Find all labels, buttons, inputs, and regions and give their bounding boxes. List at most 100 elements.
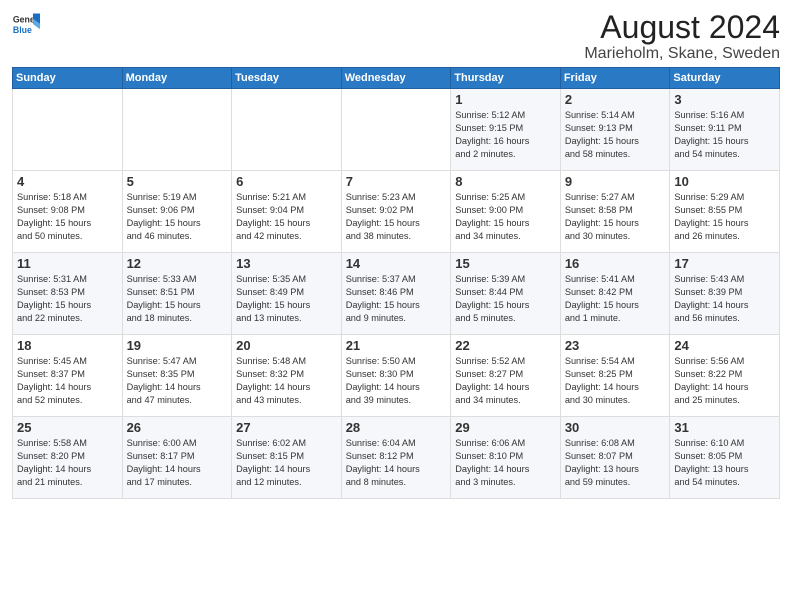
- weekday-header-thursday: Thursday: [451, 68, 561, 89]
- calendar-cell: 30Sunrise: 6:08 AM Sunset: 8:07 PM Dayli…: [560, 417, 670, 499]
- calendar-cell: 4 Sunrise: 5:18 AM Sunset: 9:08 PM Daylig…: [13, 171, 123, 253]
- day-number: 12: [127, 256, 228, 271]
- day-number: 21: [346, 338, 447, 353]
- calendar-cell: 21 Sunrise: 5:50 AM Sunset: 8:30 PM Dayli…: [341, 335, 451, 417]
- day-number: 5: [127, 174, 228, 189]
- calendar-cell: 26 Sunrise: 6:00 AM Sunset: 8:17 PM Dayli…: [122, 417, 232, 499]
- calendar-cell: 6Sunrise: 5:21 AM Sunset: 9:04 PM Daylig…: [232, 171, 342, 253]
- day-info: Sunrise: 5:43 AM Sunset: 8:39 PM Dayligh…: [674, 273, 775, 325]
- calendar-cell: 11 Sunrise: 5:31 AM Sunset: 8:53 PM Dayli…: [13, 253, 123, 335]
- day-info: Sunrise: 5:14 AM Sunset: 9:13 PM Dayligh…: [565, 109, 666, 161]
- day-info: Sunrise: 6:04 AM Sunset: 8:12 PM Dayligh…: [346, 437, 447, 489]
- day-number: 14: [346, 256, 447, 271]
- calendar-cell: 27 Sunrise: 6:02 AM Sunset: 8:15 PM Dayli…: [232, 417, 342, 499]
- day-info: Sunrise: 5:27 AM Sunset: 8:58 PM Dayligh…: [565, 191, 666, 243]
- calendar-cell: [341, 89, 451, 171]
- day-number: 25: [17, 420, 118, 435]
- week-row-4: 18 Sunrise: 5:45 AM Sunset: 8:37 PM Dayli…: [13, 335, 780, 417]
- day-number: 23: [565, 338, 666, 353]
- weekday-header-sunday: Sunday: [13, 68, 123, 89]
- day-number: 26: [127, 420, 228, 435]
- weekday-header-monday: Monday: [122, 68, 232, 89]
- calendar-cell: 2 Sunrise: 5:14 AM Sunset: 9:13 PM Daylig…: [560, 89, 670, 171]
- calendar-cell: 5Sunrise: 5:19 AM Sunset: 9:06 PM Daylig…: [122, 171, 232, 253]
- main-title: August 2024: [584, 10, 780, 45]
- calendar-cell: 25 Sunrise: 5:58 AM Sunset: 8:20 PM Dayli…: [13, 417, 123, 499]
- day-info: Sunrise: 6:10 AM Sunset: 8:05 PM Dayligh…: [674, 437, 775, 489]
- day-number: 19: [127, 338, 228, 353]
- calendar-cell: 12 Sunrise: 5:33 AM Sunset: 8:51 PM Dayli…: [122, 253, 232, 335]
- day-info: Sunrise: 5:35 AM Sunset: 8:49 PM Dayligh…: [236, 273, 337, 325]
- calendar-cell: 1Sunrise: 5:12 AM Sunset: 9:15 PM Daylig…: [451, 89, 561, 171]
- calendar-cell: [13, 89, 123, 171]
- day-number: 11: [17, 256, 118, 271]
- day-info: Sunrise: 5:31 AM Sunset: 8:53 PM Dayligh…: [17, 273, 118, 325]
- calendar-cell: 23 Sunrise: 5:54 AM Sunset: 8:25 PM Dayli…: [560, 335, 670, 417]
- day-info: Sunrise: 5:25 AM Sunset: 9:00 PM Dayligh…: [455, 191, 556, 243]
- calendar-cell: 15 Sunrise: 5:39 AM Sunset: 8:44 PM Dayli…: [451, 253, 561, 335]
- calendar-cell: 20Sunrise: 5:48 AM Sunset: 8:32 PM Dayli…: [232, 335, 342, 417]
- day-info: Sunrise: 6:00 AM Sunset: 8:17 PM Dayligh…: [127, 437, 228, 489]
- weekday-header-saturday: Saturday: [670, 68, 780, 89]
- title-block: August 2024 Marieholm, Skane, Sweden: [584, 10, 780, 63]
- logo: General Blue: [12, 10, 40, 38]
- calendar-cell: 10Sunrise: 5:29 AM Sunset: 8:55 PM Dayli…: [670, 171, 780, 253]
- calendar-cell: 17 Sunrise: 5:43 AM Sunset: 8:39 PM Dayli…: [670, 253, 780, 335]
- calendar-cell: 18 Sunrise: 5:45 AM Sunset: 8:37 PM Dayli…: [13, 335, 123, 417]
- header: General Blue August 2024 Marieholm, Skan…: [12, 10, 780, 63]
- calendar-cell: 29Sunrise: 6:06 AM Sunset: 8:10 PM Dayli…: [451, 417, 561, 499]
- day-number: 1: [455, 92, 556, 107]
- week-row-3: 11 Sunrise: 5:31 AM Sunset: 8:53 PM Dayli…: [13, 253, 780, 335]
- day-number: 24: [674, 338, 775, 353]
- day-number: 15: [455, 256, 556, 271]
- day-number: 22: [455, 338, 556, 353]
- day-info: Sunrise: 5:23 AM Sunset: 9:02 PM Dayligh…: [346, 191, 447, 243]
- logo-icon: General Blue: [12, 10, 40, 38]
- day-number: 17: [674, 256, 775, 271]
- week-row-2: 4 Sunrise: 5:18 AM Sunset: 9:08 PM Daylig…: [13, 171, 780, 253]
- day-info: Sunrise: 5:21 AM Sunset: 9:04 PM Dayligh…: [236, 191, 337, 243]
- day-info: Sunrise: 6:02 AM Sunset: 8:15 PM Dayligh…: [236, 437, 337, 489]
- calendar-cell: 14 Sunrise: 5:37 AM Sunset: 8:46 PM Dayli…: [341, 253, 451, 335]
- day-info: Sunrise: 5:45 AM Sunset: 8:37 PM Dayligh…: [17, 355, 118, 407]
- day-number: 29: [455, 420, 556, 435]
- day-number: 2: [565, 92, 666, 107]
- day-info: Sunrise: 5:52 AM Sunset: 8:27 PM Dayligh…: [455, 355, 556, 407]
- calendar-cell: 19Sunrise: 5:47 AM Sunset: 8:35 PM Dayli…: [122, 335, 232, 417]
- day-info: Sunrise: 5:56 AM Sunset: 8:22 PM Dayligh…: [674, 355, 775, 407]
- day-info: Sunrise: 5:58 AM Sunset: 8:20 PM Dayligh…: [17, 437, 118, 489]
- weekday-header-wednesday: Wednesday: [341, 68, 451, 89]
- calendar-cell: 13Sunrise: 5:35 AM Sunset: 8:49 PM Dayli…: [232, 253, 342, 335]
- weekday-header-row: SundayMondayTuesdayWednesdayThursdayFrid…: [13, 68, 780, 89]
- day-number: 20: [236, 338, 337, 353]
- week-row-5: 25 Sunrise: 5:58 AM Sunset: 8:20 PM Dayli…: [13, 417, 780, 499]
- day-number: 9: [565, 174, 666, 189]
- svg-text:Blue: Blue: [13, 25, 32, 35]
- day-info: Sunrise: 5:41 AM Sunset: 8:42 PM Dayligh…: [565, 273, 666, 325]
- day-number: 31: [674, 420, 775, 435]
- day-info: Sunrise: 5:18 AM Sunset: 9:08 PM Dayligh…: [17, 191, 118, 243]
- page-container: General Blue August 2024 Marieholm, Skan…: [0, 0, 792, 509]
- day-number: 7: [346, 174, 447, 189]
- calendar-cell: 31 Sunrise: 6:10 AM Sunset: 8:05 PM Dayli…: [670, 417, 780, 499]
- day-number: 16: [565, 256, 666, 271]
- day-info: Sunrise: 5:39 AM Sunset: 8:44 PM Dayligh…: [455, 273, 556, 325]
- calendar-body: 1Sunrise: 5:12 AM Sunset: 9:15 PM Daylig…: [13, 89, 780, 499]
- subtitle: Marieholm, Skane, Sweden: [584, 45, 780, 63]
- week-row-1: 1Sunrise: 5:12 AM Sunset: 9:15 PM Daylig…: [13, 89, 780, 171]
- day-info: Sunrise: 5:54 AM Sunset: 8:25 PM Dayligh…: [565, 355, 666, 407]
- day-number: 18: [17, 338, 118, 353]
- calendar-cell: 3Sunrise: 5:16 AM Sunset: 9:11 PM Daylig…: [670, 89, 780, 171]
- day-number: 28: [346, 420, 447, 435]
- day-info: Sunrise: 5:29 AM Sunset: 8:55 PM Dayligh…: [674, 191, 775, 243]
- calendar-cell: 16 Sunrise: 5:41 AM Sunset: 8:42 PM Dayli…: [560, 253, 670, 335]
- day-number: 27: [236, 420, 337, 435]
- calendar-cell: [122, 89, 232, 171]
- day-info: Sunrise: 5:33 AM Sunset: 8:51 PM Dayligh…: [127, 273, 228, 325]
- calendar-cell: 22 Sunrise: 5:52 AM Sunset: 8:27 PM Dayli…: [451, 335, 561, 417]
- day-info: Sunrise: 5:50 AM Sunset: 8:30 PM Dayligh…: [346, 355, 447, 407]
- day-number: 4: [17, 174, 118, 189]
- day-info: Sunrise: 5:37 AM Sunset: 8:46 PM Dayligh…: [346, 273, 447, 325]
- day-number: 30: [565, 420, 666, 435]
- day-number: 8: [455, 174, 556, 189]
